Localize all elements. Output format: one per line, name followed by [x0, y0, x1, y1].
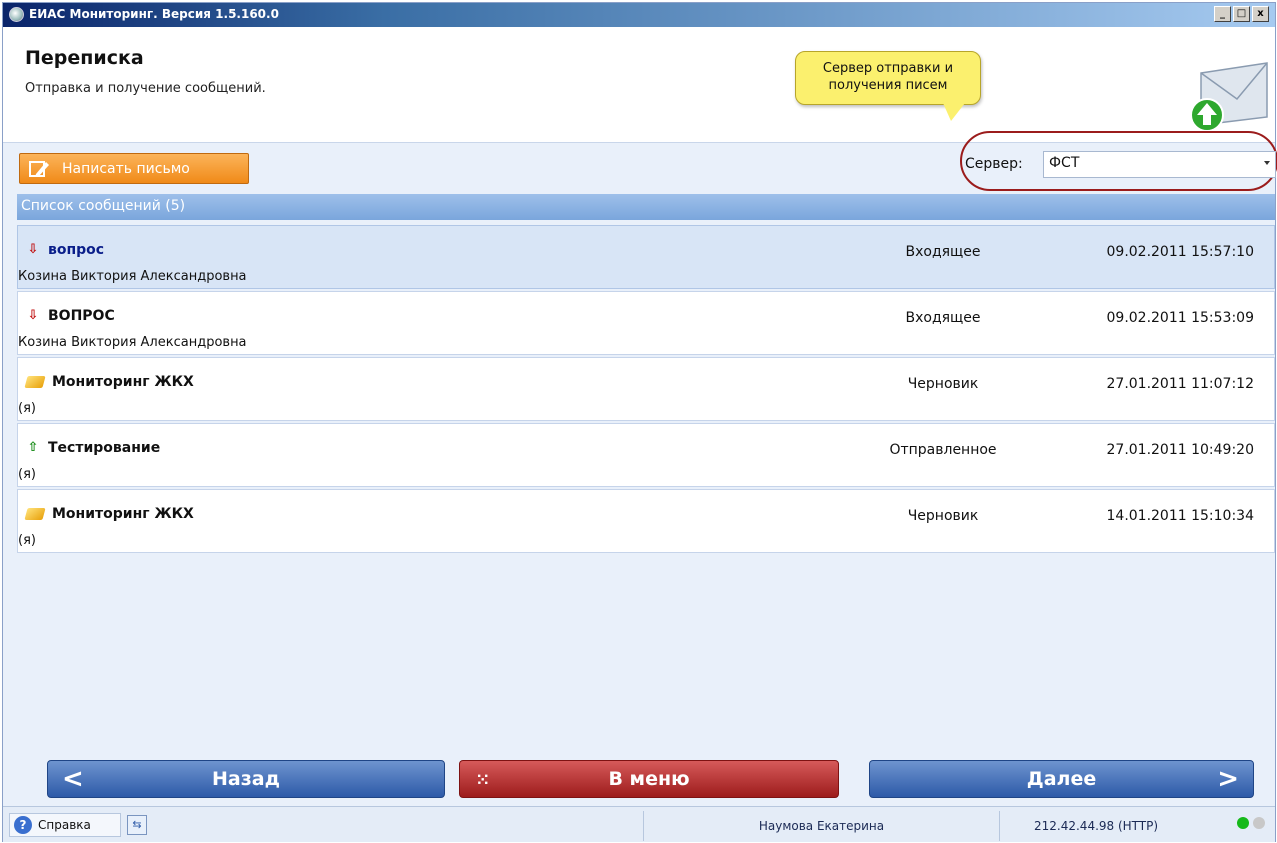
minimize-button[interactable]: _ — [1214, 6, 1231, 22]
message-subject: Мониторинг ЖКХ — [24, 374, 194, 390]
back-label: Назад — [212, 768, 280, 790]
server-select-value: ФСТ — [1049, 155, 1080, 171]
help-label: Справка — [38, 818, 91, 832]
app-window: ЕИАС Мониторинг. Версия 1.5.160.0 _ □ x … — [2, 2, 1277, 842]
help-button[interactable]: ? Справка — [9, 813, 121, 837]
message-list-header: Список сообщений (5) — [17, 194, 1275, 220]
write-letter-button[interactable]: Написать письмо — [19, 153, 249, 184]
message-subject: ⇩ вопрос — [27, 242, 105, 258]
callout-tail — [943, 103, 965, 121]
message-row[interactable]: Мониторинг ЖКХ (я) Черновик 27.01.2011 1… — [17, 357, 1275, 421]
message-date: 09.02.2011 15:53:09 — [1106, 310, 1255, 326]
message-row[interactable]: ⇧ Тестирование (я) Отправленное 27.01.20… — [17, 423, 1275, 487]
server-callout: Сервер отправки и получения писем — [795, 51, 981, 105]
message-sender: (я) — [18, 467, 36, 482]
page-subtitle: Отправка и получение сообщений. — [25, 81, 266, 96]
connection-status-icon — [1237, 817, 1249, 829]
chevron-down-icon — [1264, 161, 1270, 165]
message-row[interactable]: ⇩ вопрос Козина Виктория Александровна В… — [17, 225, 1275, 289]
title-bar[interactable]: ЕИАС Мониторинг. Версия 1.5.160.0 _ □ x — [3, 3, 1275, 27]
message-type: Входящее — [905, 244, 981, 260]
message-subject: Мониторинг ЖКХ — [24, 506, 194, 522]
message-type: Отправленное — [889, 442, 997, 458]
app-icon — [9, 7, 24, 22]
draft-icon — [24, 376, 46, 388]
menu-label: В меню — [608, 768, 690, 790]
server-label: Сервер: — [965, 156, 1023, 172]
status-user: Наумова Екатерина — [643, 811, 999, 841]
message-sender: Козина Виктория Александровна — [18, 269, 247, 284]
message-date: 27.01.2011 10:49:20 — [1106, 442, 1255, 458]
message-subject: ⇩ ВОПРОС — [27, 308, 115, 324]
server-select[interactable]: ФСТ — [1043, 151, 1276, 178]
next-button[interactable]: Далее > — [869, 760, 1254, 798]
arrow-right-icon: > — [1217, 764, 1239, 794]
message-list: ⇩ вопрос Козина Виктория Александровна В… — [17, 225, 1275, 555]
message-sender: (я) — [18, 401, 36, 416]
window-controls: _ □ x — [1214, 6, 1269, 22]
message-type: Входящее — [905, 310, 981, 326]
message-sender: (я) — [18, 533, 36, 548]
maximize-button[interactable]: □ — [1233, 6, 1250, 22]
message-type: Черновик — [907, 508, 979, 524]
next-label: Далее — [1026, 768, 1097, 790]
incoming-arrow-icon: ⇩ — [27, 308, 39, 323]
incoming-arrow-icon: ⇩ — [27, 242, 39, 257]
message-date: 27.01.2011 11:07:12 — [1106, 376, 1255, 392]
outgoing-arrow-icon: ⇧ — [27, 440, 39, 455]
message-row[interactable]: Мониторинг ЖКХ (я) Черновик 14.01.2011 1… — [17, 489, 1275, 553]
grid-menu-icon: ⁙ — [476, 769, 490, 789]
message-date: 14.01.2011 15:10:34 — [1106, 508, 1255, 524]
pencil-icon — [29, 160, 49, 177]
status-bar: ? Справка ⇆ Наумова Екатерина 212.42.44.… — [3, 806, 1275, 842]
help-icon: ? — [14, 816, 32, 834]
page-title: Переписка — [25, 47, 144, 69]
window-title: ЕИАС Мониторинг. Версия 1.5.160.0 — [29, 7, 279, 21]
close-button[interactable]: x — [1252, 6, 1269, 22]
menu-button[interactable]: ⁙ В меню — [459, 760, 839, 798]
secondary-status-icon — [1253, 817, 1265, 829]
message-row[interactable]: ⇩ ВОПРОС Козина Виктория Александровна В… — [17, 291, 1275, 355]
message-type: Черновик — [907, 376, 979, 392]
draft-icon — [24, 508, 46, 520]
back-button[interactable]: < Назад — [47, 760, 445, 798]
envelope-send-icon — [1190, 62, 1268, 132]
network-icon[interactable]: ⇆ — [127, 815, 147, 835]
message-sender: Козина Виктория Александровна — [18, 335, 247, 350]
message-subject: ⇧ Тестирование — [27, 440, 161, 456]
status-connection: 212.42.44.98 (HTTP) — [999, 811, 1275, 841]
write-letter-label: Написать письмо — [62, 160, 190, 177]
arrow-left-icon: < — [62, 764, 84, 794]
message-date: 09.02.2011 15:57:10 — [1106, 244, 1255, 260]
